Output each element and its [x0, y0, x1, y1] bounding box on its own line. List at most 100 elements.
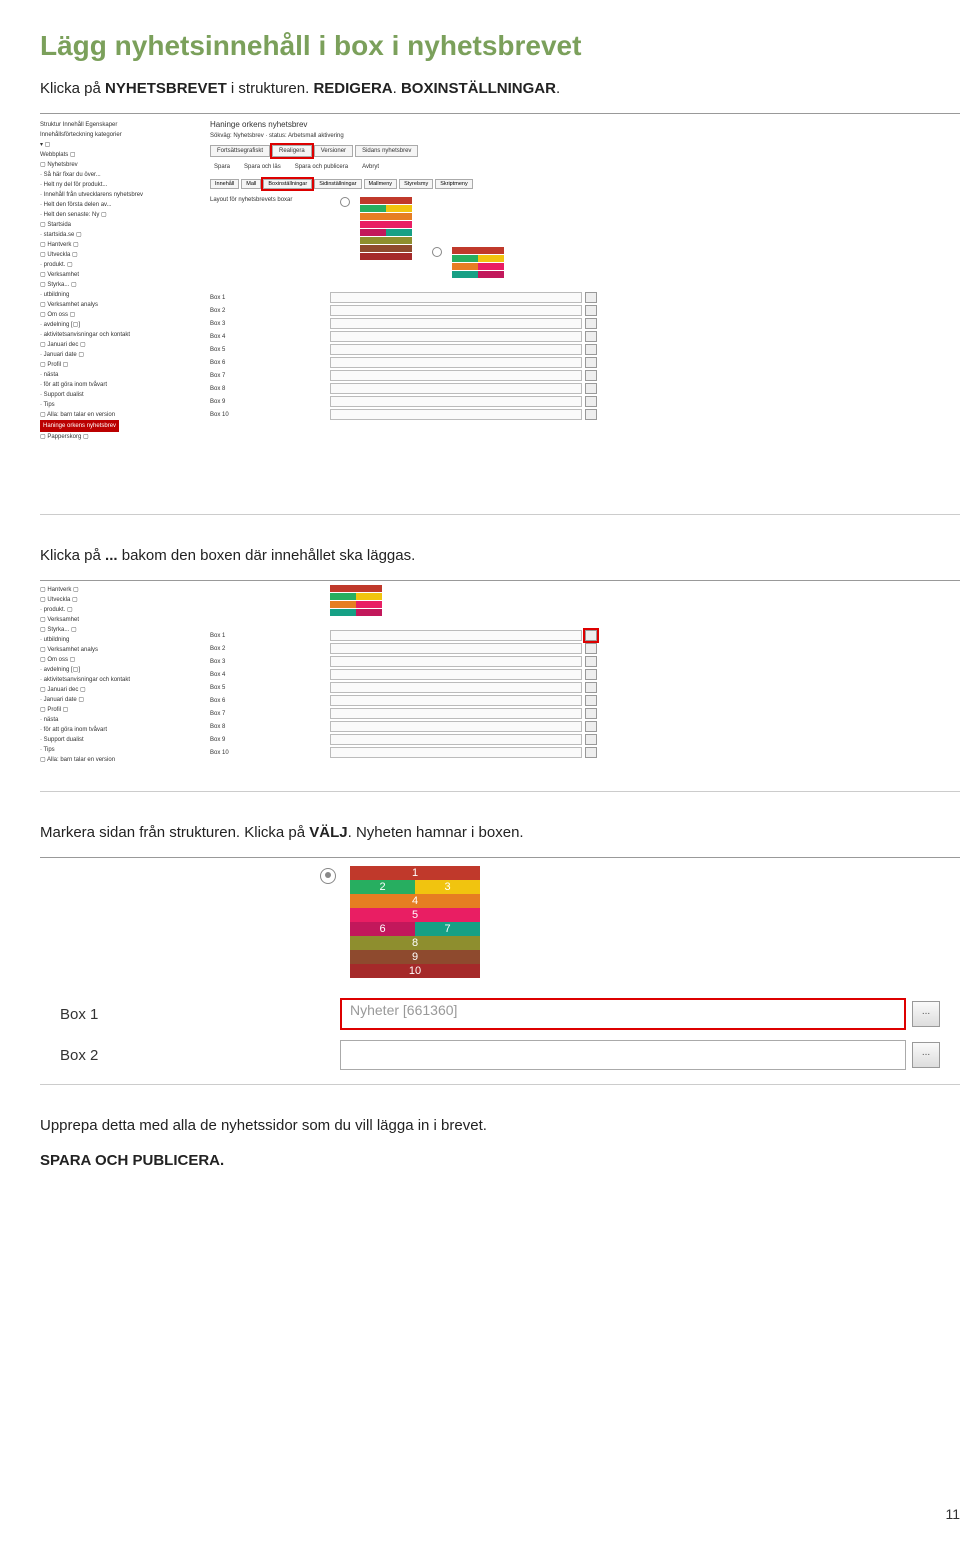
- box-browse-button[interactable]: [585, 695, 597, 706]
- box-field[interactable]: [330, 318, 582, 329]
- box-browse-button[interactable]: [585, 669, 597, 680]
- box-field[interactable]: [330, 344, 582, 355]
- box2-browse-button[interactable]: ...: [912, 1042, 940, 1068]
- box-browse-button[interactable]: [585, 656, 597, 667]
- box-field[interactable]: [330, 357, 582, 368]
- tree-item[interactable]: · nästa: [40, 370, 190, 380]
- box-browse-button[interactable]: [585, 721, 597, 732]
- box-field[interactable]: [330, 656, 582, 667]
- box-browse-button[interactable]: [585, 630, 597, 641]
- tree-item[interactable]: ▢ Utveckla ▢: [40, 250, 190, 260]
- tree-item[interactable]: ▢ Alla: barn talar en version: [40, 755, 190, 765]
- action-button[interactable]: Avbryt: [358, 163, 383, 171]
- tree-item[interactable]: ▢ Papperskorg ▢: [40, 432, 190, 442]
- main-tab[interactable]: Sidans nyhetsbrev: [355, 145, 418, 157]
- tree-item[interactable]: · produkt. ▢: [40, 260, 190, 270]
- tree-item[interactable]: · Januari date ▢: [40, 695, 190, 705]
- tree-item[interactable]: · för att göra inom tvåvart: [40, 725, 190, 735]
- box-field[interactable]: [330, 409, 582, 420]
- tree-item[interactable]: · aktivitetsanvisningar och kontakt: [40, 330, 190, 340]
- tree-item[interactable]: · avdelning [▢]: [40, 665, 190, 675]
- sub-tab[interactable]: Sidinställningar: [314, 179, 361, 189]
- box-field[interactable]: [330, 396, 582, 407]
- box-field[interactable]: [330, 747, 582, 758]
- tree-item[interactable]: · Innehåll från utvecklarens nyhetsbrev: [40, 190, 190, 200]
- action-button[interactable]: Spara och läs: [240, 163, 285, 171]
- box-browse-button[interactable]: [585, 370, 597, 381]
- tree-item[interactable]: Innehållsförteckning kategorier: [40, 130, 190, 140]
- action-button[interactable]: Spara och publicera: [291, 163, 352, 171]
- box-browse-button[interactable]: [585, 682, 597, 693]
- box1-input[interactable]: Nyheter [661360]: [340, 998, 906, 1030]
- tree-item[interactable]: Webbplats ▢: [40, 150, 190, 160]
- box-browse-button[interactable]: [585, 734, 597, 745]
- tree-item[interactable]: · Support dualist: [40, 735, 190, 745]
- tree-item[interactable]: · Så här fixar du över...: [40, 170, 190, 180]
- tree-item[interactable]: · Tips: [40, 745, 190, 755]
- tree-item[interactable]: ▢ Hantverk ▢: [40, 240, 190, 250]
- box-browse-button[interactable]: [585, 396, 597, 407]
- tree-item[interactable]: Struktur Innehåll Egenskaper: [40, 120, 190, 130]
- tree-item[interactable]: · aktivitetsanvisningar och kontakt: [40, 675, 190, 685]
- box-field[interactable]: [330, 630, 582, 641]
- tree-item[interactable]: ▢ Verksamhet: [40, 270, 190, 280]
- main-tab[interactable]: Fortsättsegrafiskt: [210, 145, 270, 157]
- tree-item[interactable]: · Helt den första delen av...: [40, 200, 190, 210]
- tree-item[interactable]: ▾ ▢: [40, 140, 190, 150]
- box2-input[interactable]: [340, 1040, 906, 1070]
- tree-item[interactable]: ▢ Profil ▢: [40, 705, 190, 715]
- sub-tab[interactable]: Innehåll: [210, 179, 239, 189]
- tree-item[interactable]: · produkt. ▢: [40, 605, 190, 615]
- box-browse-button[interactable]: [585, 409, 597, 420]
- box-field[interactable]: [330, 695, 582, 706]
- box-browse-button[interactable]: [585, 383, 597, 394]
- sub-tab[interactable]: Mall: [241, 179, 261, 189]
- box-field[interactable]: [330, 721, 582, 732]
- box-browse-button[interactable]: [585, 305, 597, 316]
- tree-item[interactable]: · för att göra inom tvåvart: [40, 380, 190, 390]
- box-field[interactable]: [330, 331, 582, 342]
- box-browse-button[interactable]: [585, 331, 597, 342]
- radio-selected-layout[interactable]: [320, 868, 336, 884]
- box-field[interactable]: [330, 643, 582, 654]
- main-tab[interactable]: Versioner: [314, 145, 353, 157]
- tree-item[interactable]: · nästa: [40, 715, 190, 725]
- tree-item[interactable]: · startsida.se ▢: [40, 230, 190, 240]
- box1-browse-button[interactable]: ...: [912, 1001, 940, 1027]
- main-tab[interactable]: Realigera: [272, 145, 312, 157]
- box-browse-button[interactable]: [585, 292, 597, 303]
- box-field[interactable]: [330, 734, 582, 745]
- tree-item[interactable]: ▢ Styrka... ▢: [40, 280, 190, 290]
- tree-item[interactable]: ▢ Nyhetsbrev: [40, 160, 190, 170]
- tree-item[interactable]: ▢ Verksamhet analys: [40, 300, 190, 310]
- tree-item[interactable]: · Helt ny del för produkt...: [40, 180, 190, 190]
- box-browse-button[interactable]: [585, 747, 597, 758]
- tree-item[interactable]: ▢ Januari dec ▢: [40, 340, 190, 350]
- tree-item[interactable]: ▢ Om oss ▢: [40, 310, 190, 320]
- sub-tab[interactable]: Boxinställningar: [263, 179, 312, 189]
- tree-item[interactable]: ▢ Startsida: [40, 220, 190, 230]
- radio-layout-b[interactable]: [432, 247, 442, 257]
- box-field[interactable]: [330, 669, 582, 680]
- tree-item[interactable]: ▢ Alla: barn talar en version: [40, 410, 190, 420]
- tree-item[interactable]: ▢ Verksamhet: [40, 615, 190, 625]
- box-browse-button[interactable]: [585, 643, 597, 654]
- box-field[interactable]: [330, 708, 582, 719]
- action-button[interactable]: Spara: [210, 163, 234, 171]
- tree-item[interactable]: · Tips: [40, 400, 190, 410]
- box-browse-button[interactable]: [585, 357, 597, 368]
- tree-item[interactable]: ▢ Hantverk ▢: [40, 585, 190, 595]
- box-browse-button[interactable]: [585, 318, 597, 329]
- radio-layout-a[interactable]: [340, 197, 350, 207]
- sub-tab[interactable]: Styrelsmy: [399, 179, 433, 189]
- tree-item[interactable]: ▢ Profil ▢: [40, 360, 190, 370]
- tree-item-selected[interactable]: Haninge orkens nyhetsbrev: [40, 420, 119, 432]
- box-field[interactable]: [330, 383, 582, 394]
- tree-item[interactable]: ▢ Utveckla ▢: [40, 595, 190, 605]
- box-field[interactable]: [330, 682, 582, 693]
- tree-item[interactable]: ▢ Januari dec ▢: [40, 685, 190, 695]
- box-browse-button[interactable]: [585, 344, 597, 355]
- box-field[interactable]: [330, 292, 582, 303]
- tree-item[interactable]: ▢ Verksamhet analys: [40, 645, 190, 655]
- tree-item[interactable]: ▢ Styrka... ▢: [40, 625, 190, 635]
